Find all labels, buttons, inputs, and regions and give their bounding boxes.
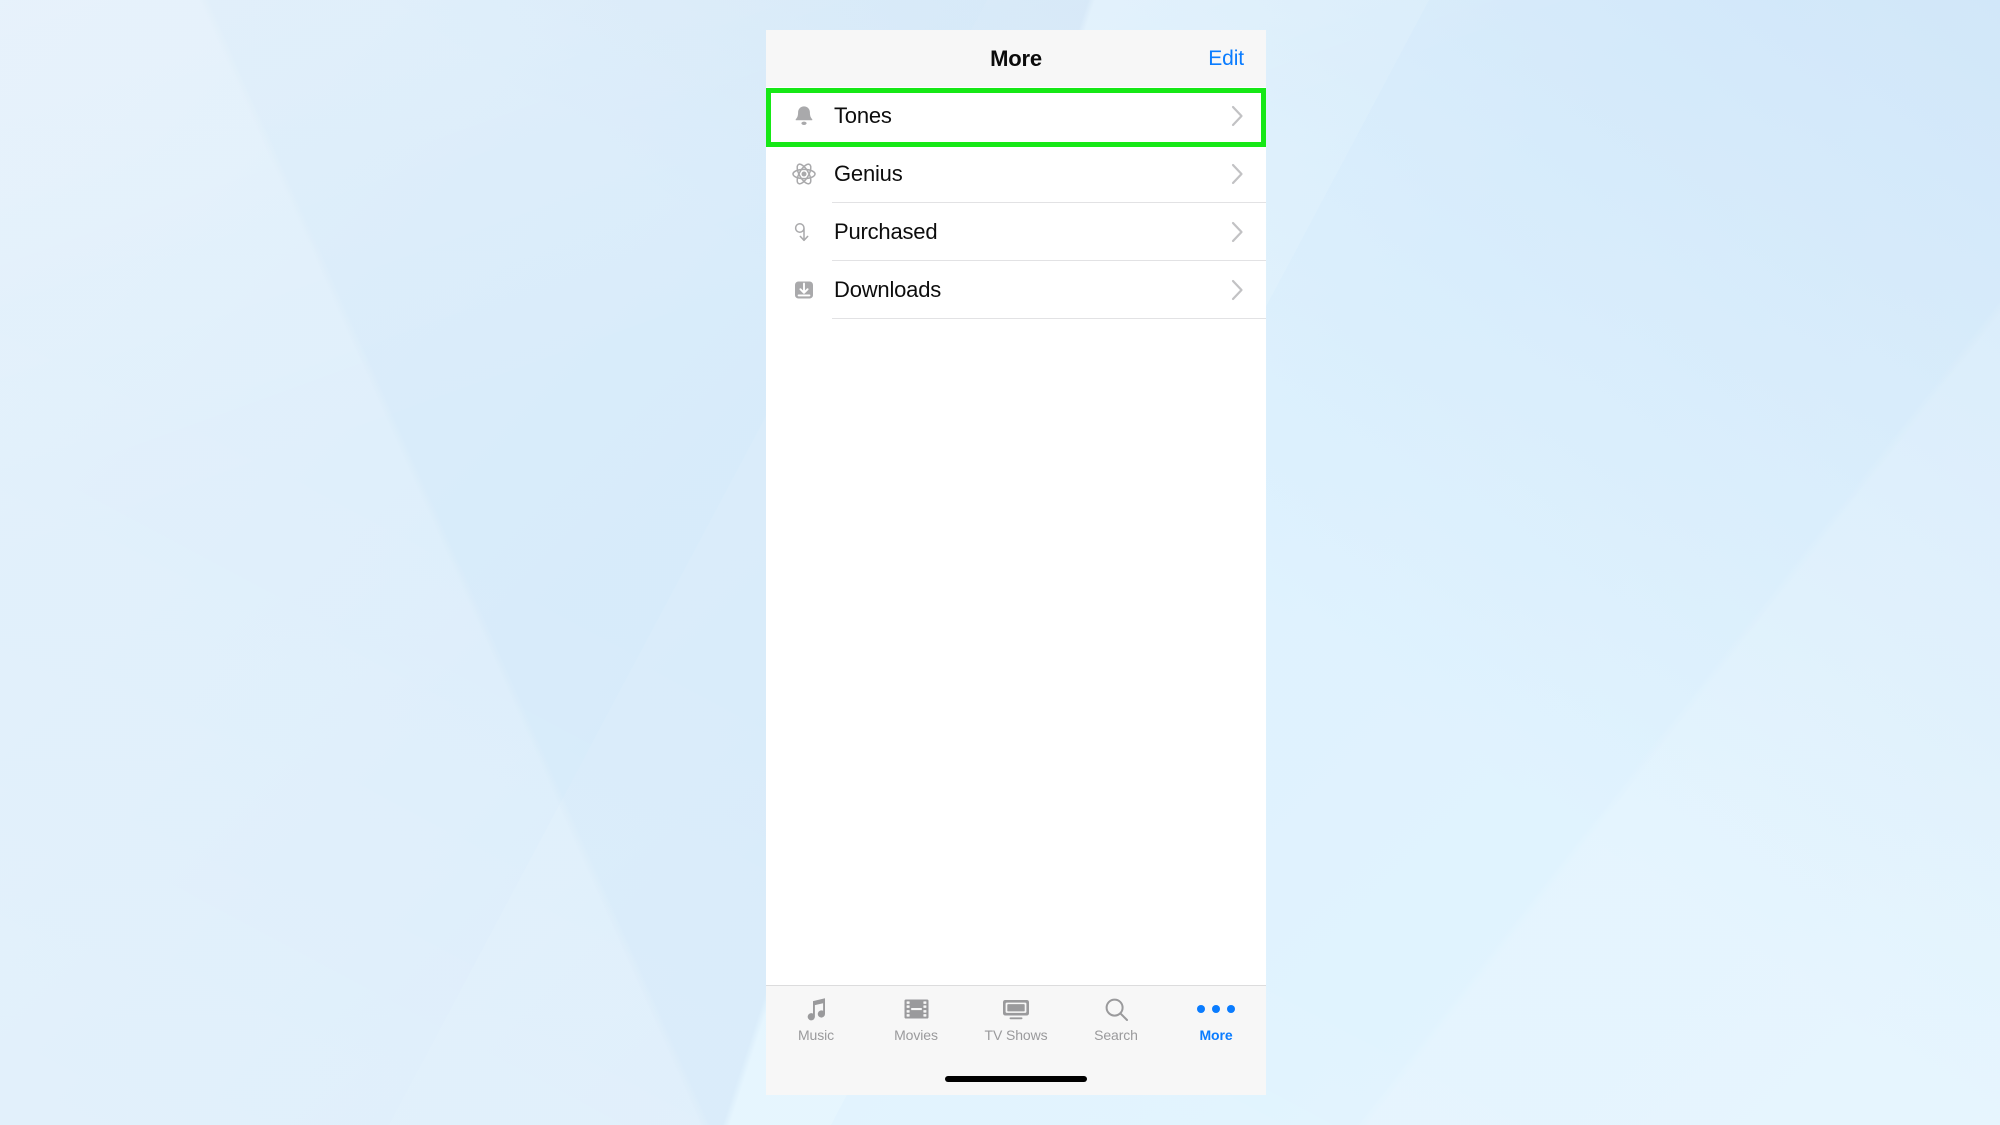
- row-separator: [832, 318, 1266, 319]
- tab-music[interactable]: Music: [766, 994, 866, 1042]
- list-item-genius[interactable]: Genius: [766, 145, 1266, 203]
- search-icon: [1103, 994, 1130, 1024]
- list-item-tones[interactable]: Tones: [766, 87, 1266, 145]
- more-menu-list: Tones Genius Purchased Downloads: [766, 87, 1266, 985]
- edit-button[interactable]: Edit: [1208, 47, 1244, 71]
- film-strip-icon: [903, 994, 930, 1024]
- chevron-right-icon: [1231, 163, 1244, 185]
- tab-label: More: [1199, 1027, 1233, 1043]
- home-indicator-area: [766, 1063, 1266, 1095]
- tab-movies[interactable]: Movies: [866, 994, 966, 1042]
- bell-icon: [784, 98, 824, 134]
- ellipsis-icon: [1197, 994, 1235, 1024]
- tab-label: TV Shows: [984, 1027, 1048, 1043]
- chevron-right-icon: [1231, 221, 1244, 243]
- page-title: More: [990, 45, 1042, 71]
- atom-icon: [784, 156, 824, 192]
- list-item-purchased[interactable]: Purchased: [766, 203, 1266, 261]
- navigation-bar: More Edit: [766, 30, 1266, 87]
- tab-label: Search: [1094, 1027, 1138, 1043]
- tab-label: Movies: [894, 1027, 938, 1043]
- list-item-label: Purchased: [834, 219, 938, 244]
- list-item-downloads[interactable]: Downloads: [766, 261, 1266, 319]
- list-item-label: Genius: [834, 161, 903, 186]
- tab-more[interactable]: More: [1166, 994, 1266, 1042]
- chevron-right-icon: [1231, 279, 1244, 301]
- list-item-label: Tones: [834, 103, 892, 128]
- chevron-right-icon: [1231, 105, 1244, 127]
- phone-screen: More Edit Tones Genius Purchased Downloa…: [766, 30, 1266, 1095]
- download-icon: [784, 272, 824, 308]
- purchased-icon: [784, 214, 824, 250]
- home-indicator[interactable]: [945, 1076, 1087, 1082]
- tab-label: Music: [797, 1027, 835, 1043]
- tab-bar: Music Movies TV Shows Search More: [766, 985, 1266, 1063]
- television-icon: [1001, 994, 1031, 1024]
- list-item-label: Downloads: [834, 277, 942, 302]
- tab-tv-shows[interactable]: TV Shows: [966, 994, 1066, 1042]
- tab-search[interactable]: Search: [1066, 994, 1166, 1042]
- music-note-icon: [803, 994, 829, 1024]
